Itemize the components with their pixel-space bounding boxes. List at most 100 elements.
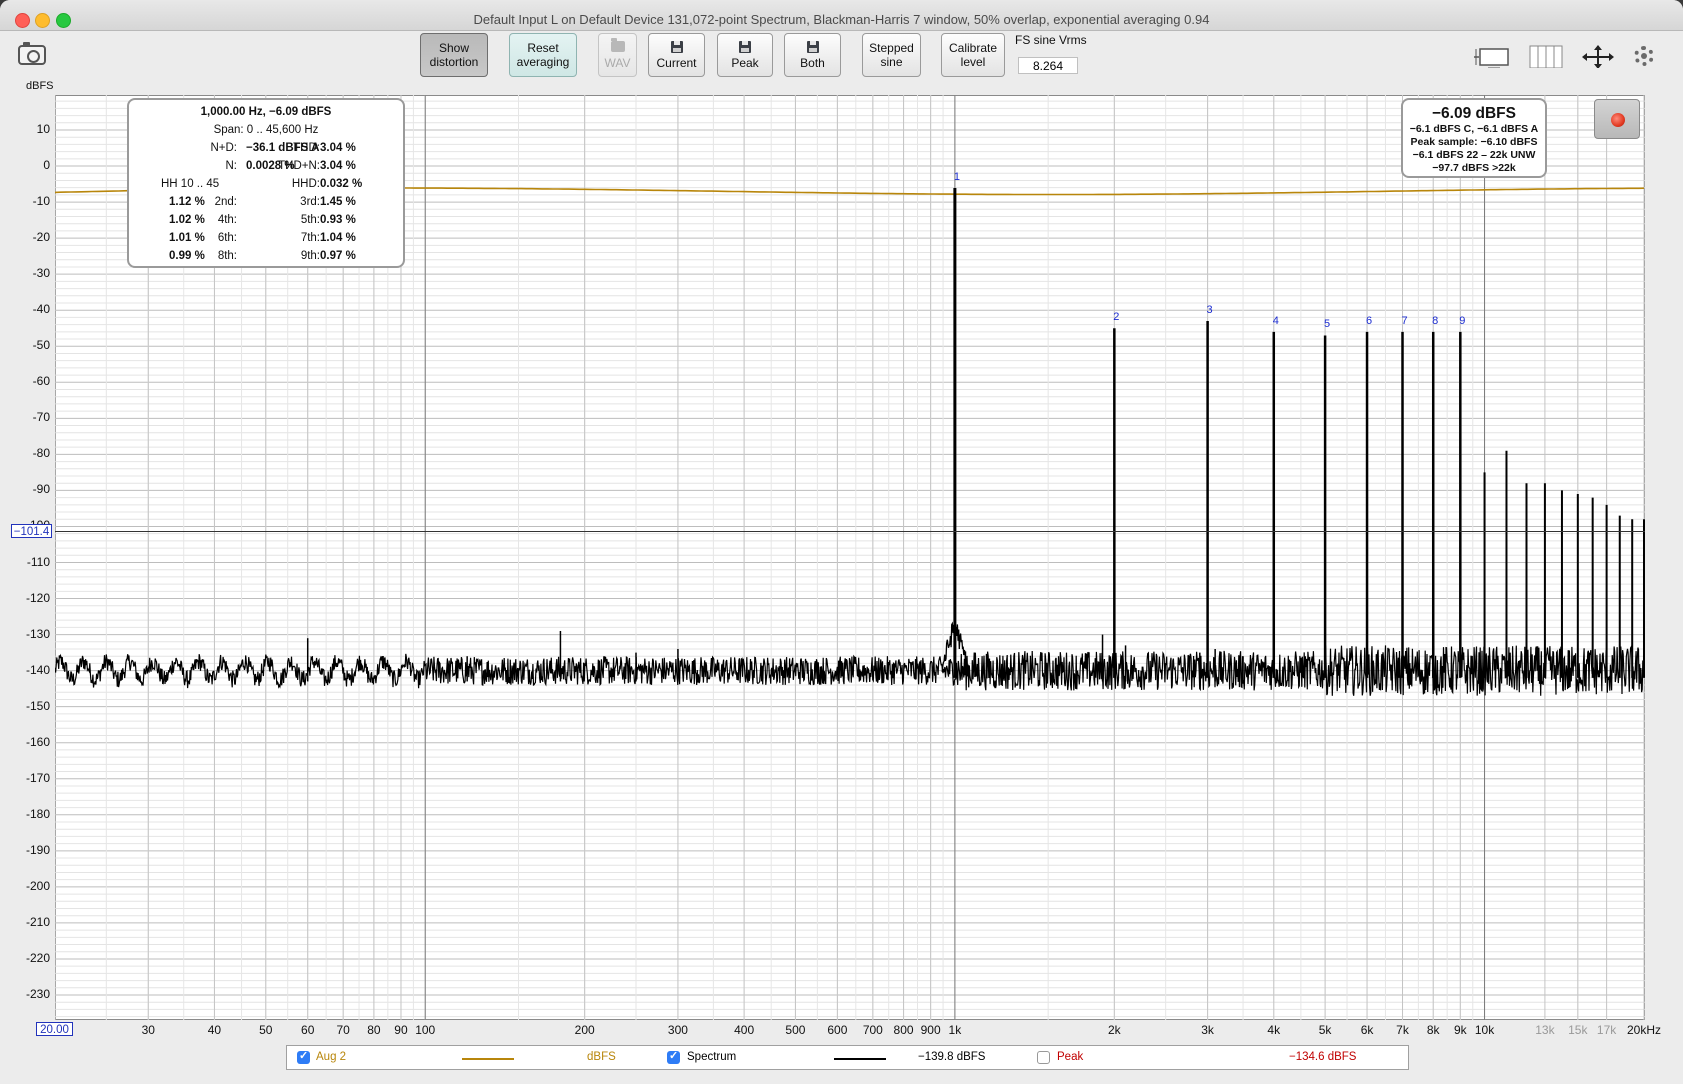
aug-unit: dBFS xyxy=(587,1051,616,1063)
y-tick-label: 10 xyxy=(36,122,50,136)
both-label: Both xyxy=(800,55,825,70)
h6-value: 1.01 % xyxy=(169,232,205,244)
h7-label: 7th: xyxy=(300,232,320,244)
gear-icon[interactable] xyxy=(1634,46,1654,66)
y-tick-label: -160 xyxy=(25,734,50,749)
x-tick-label: 2k xyxy=(1107,1023,1121,1037)
nd-label: N+D: xyxy=(210,142,237,154)
harmonic-number-label: 4 xyxy=(1272,314,1279,327)
camera-icon[interactable] xyxy=(18,42,46,65)
spectrum-label: Spectrum xyxy=(687,1051,737,1063)
show-distortion-button[interactable]: Show distortion xyxy=(420,33,488,77)
x-tick-label: 5k xyxy=(1318,1023,1332,1037)
y-tick-label: -90 xyxy=(32,482,50,497)
thd-value: 3.04 % xyxy=(320,142,356,154)
reset-averaging-label-1: Reset xyxy=(527,41,559,55)
reset-averaging-label-2: averaging xyxy=(516,55,570,69)
distortion-title: 1,000.00 Hz, −6.09 dBFS xyxy=(200,106,332,118)
current-label: Current xyxy=(656,55,697,70)
x-tick-label: 100 xyxy=(415,1023,436,1037)
h8-label: 8th: xyxy=(217,250,237,262)
cursor-x-readout[interactable]: 20.00 xyxy=(36,1022,73,1036)
y-tick-label: -180 xyxy=(25,806,50,821)
x-tick-label: 20kHz xyxy=(1626,1023,1662,1037)
y-axis-unit: dBFS xyxy=(26,80,54,92)
y-tick-label: -220 xyxy=(25,950,50,965)
distortion-span: Span: 0 .. 45,600 Hz xyxy=(129,124,403,136)
wav-label: WAV xyxy=(604,55,631,70)
y-tick-label: -200 xyxy=(25,878,50,893)
x-tick-label: 400 xyxy=(734,1023,755,1037)
floppy-icon xyxy=(739,40,751,53)
x-tick-label: 9k xyxy=(1453,1023,1467,1037)
y-tick-label: -150 xyxy=(25,698,50,713)
h7-value: 1.04 % xyxy=(320,232,356,244)
thdn-value: 3.04 % xyxy=(320,160,356,172)
record-icon xyxy=(1611,113,1625,127)
y-tick-label: -140 xyxy=(25,662,50,677)
hhd-label: HHD: xyxy=(291,178,320,190)
distortion-panel: 1,000.00 Hz, −6.09 dBFS Span: 0 .. 45,60… xyxy=(127,98,405,268)
y-tick-label: -230 xyxy=(25,987,50,1001)
harmonic-number-label: 8 xyxy=(1432,314,1439,327)
harmonic-number-label: 5 xyxy=(1324,318,1331,331)
peak-label: Peak xyxy=(731,55,759,70)
h4-value: 1.02 % xyxy=(169,214,205,226)
span-text: Span: 0 .. 45,600 Hz xyxy=(213,124,319,136)
x-tick-label: 8k xyxy=(1426,1023,1440,1037)
wav-button[interactable]: WAV xyxy=(598,33,637,77)
level-panel: −6.09 dBFS −6.1 dBFS C, −6.1 dBFS A Peak… xyxy=(1401,98,1547,178)
x-tick-label: 70 xyxy=(336,1023,350,1037)
y-tick-label: -130 xyxy=(25,626,50,641)
h6-label: 6th: xyxy=(217,232,237,244)
x-tick-label: 6k xyxy=(1360,1023,1374,1037)
cursor-y-readout[interactable]: −101.4 xyxy=(11,524,52,538)
y-tick-label: 0 xyxy=(43,158,50,173)
x-tick-label: 10k xyxy=(1474,1023,1495,1037)
show-distortion-label-1: Show xyxy=(438,41,470,55)
spectrum-checkbox[interactable] xyxy=(667,1049,680,1064)
axes-move-icon[interactable] xyxy=(1580,44,1616,68)
h3-value: 1.45 % xyxy=(320,196,356,208)
stepped-sine-button[interactable]: Stepped sine xyxy=(862,33,921,77)
aug-checkbox[interactable] xyxy=(297,1049,310,1064)
record-button[interactable] xyxy=(1594,99,1640,139)
harmonic-number-label: 9 xyxy=(1459,314,1466,327)
fs-sine-vrms-field[interactable]: 8.264 xyxy=(1018,57,1078,74)
h2-label: 2nd: xyxy=(214,196,237,208)
x-tick-label: 500 xyxy=(785,1023,806,1037)
x-tick-label: 800 xyxy=(893,1023,914,1037)
h4-label: 4th: xyxy=(217,214,237,226)
show-distortion-label-2: distortion xyxy=(429,55,479,69)
stepped-sine-label-2: sine xyxy=(880,55,903,69)
n-label: N: xyxy=(225,160,238,172)
reset-averaging-button[interactable]: Reset averaging xyxy=(509,33,577,77)
harmonic-number-label: 2 xyxy=(1113,311,1120,324)
save-current-button[interactable]: Current xyxy=(648,33,705,77)
single-graph-icon[interactable] xyxy=(1474,44,1514,68)
x-tick-label: 13k xyxy=(1535,1023,1555,1037)
calibrate-level-button[interactable]: Calibrate level xyxy=(941,33,1005,77)
x-tick-label: 17k xyxy=(1596,1023,1617,1037)
stepped-sine-label-1: Stepped xyxy=(869,41,914,55)
save-both-button[interactable]: Both xyxy=(784,33,841,77)
peak-checkbox[interactable] xyxy=(1037,1051,1050,1064)
x-tick-label: 40 xyxy=(207,1023,222,1037)
save-peak-button[interactable]: Peak xyxy=(717,33,773,77)
x-tick-label: 600 xyxy=(827,1023,848,1037)
floppy-icon xyxy=(670,40,683,53)
y-tick-label: -190 xyxy=(25,842,50,857)
thd-label: THD: xyxy=(293,142,320,154)
y-tick-label: -110 xyxy=(26,554,50,569)
x-tick-label: 7k xyxy=(1396,1023,1409,1037)
y-tick-label: -30 xyxy=(32,266,50,281)
y-tick-label: -10 xyxy=(32,194,50,209)
thdn-label: THD+N: xyxy=(278,160,320,172)
window-title: Default Input L on Default Device 131,07… xyxy=(473,12,1210,27)
split-graph-icon[interactable] xyxy=(1528,44,1564,68)
x-tick-label: 900 xyxy=(920,1023,941,1037)
harmonic-number-label: 3 xyxy=(1206,304,1213,317)
folder-icon xyxy=(610,37,625,52)
x-tick-label: 300 xyxy=(667,1023,688,1037)
h9-value: 0.97 % xyxy=(320,250,356,262)
